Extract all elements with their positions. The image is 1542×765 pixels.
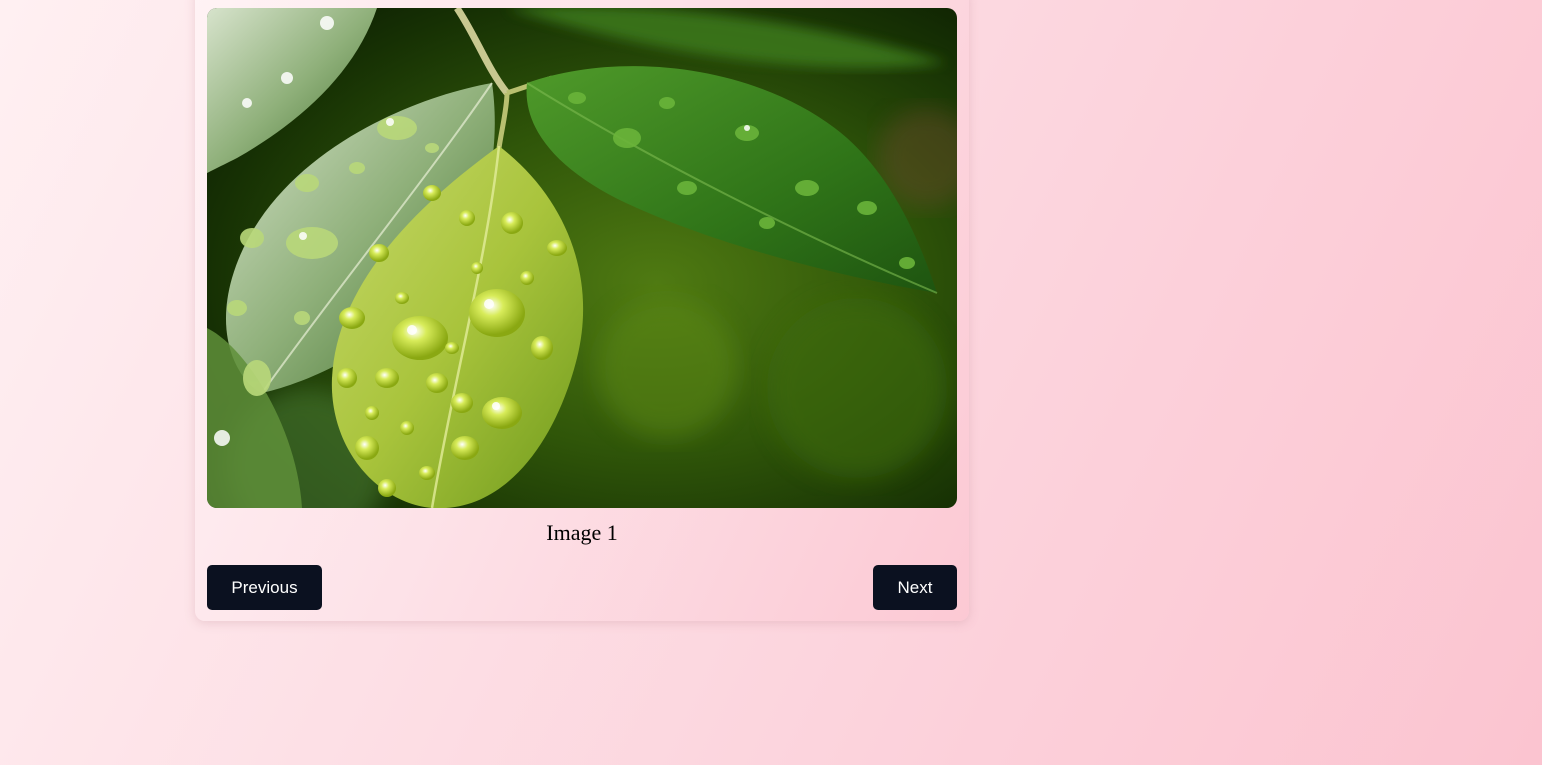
slider-card: Image 1 Previous Next (195, 0, 969, 621)
leaf-photo (207, 8, 957, 508)
slide-image (207, 8, 957, 508)
next-button[interactable]: Next (873, 565, 957, 610)
slide-caption: Image 1 (546, 520, 618, 545)
previous-button[interactable]: Previous (207, 565, 322, 610)
